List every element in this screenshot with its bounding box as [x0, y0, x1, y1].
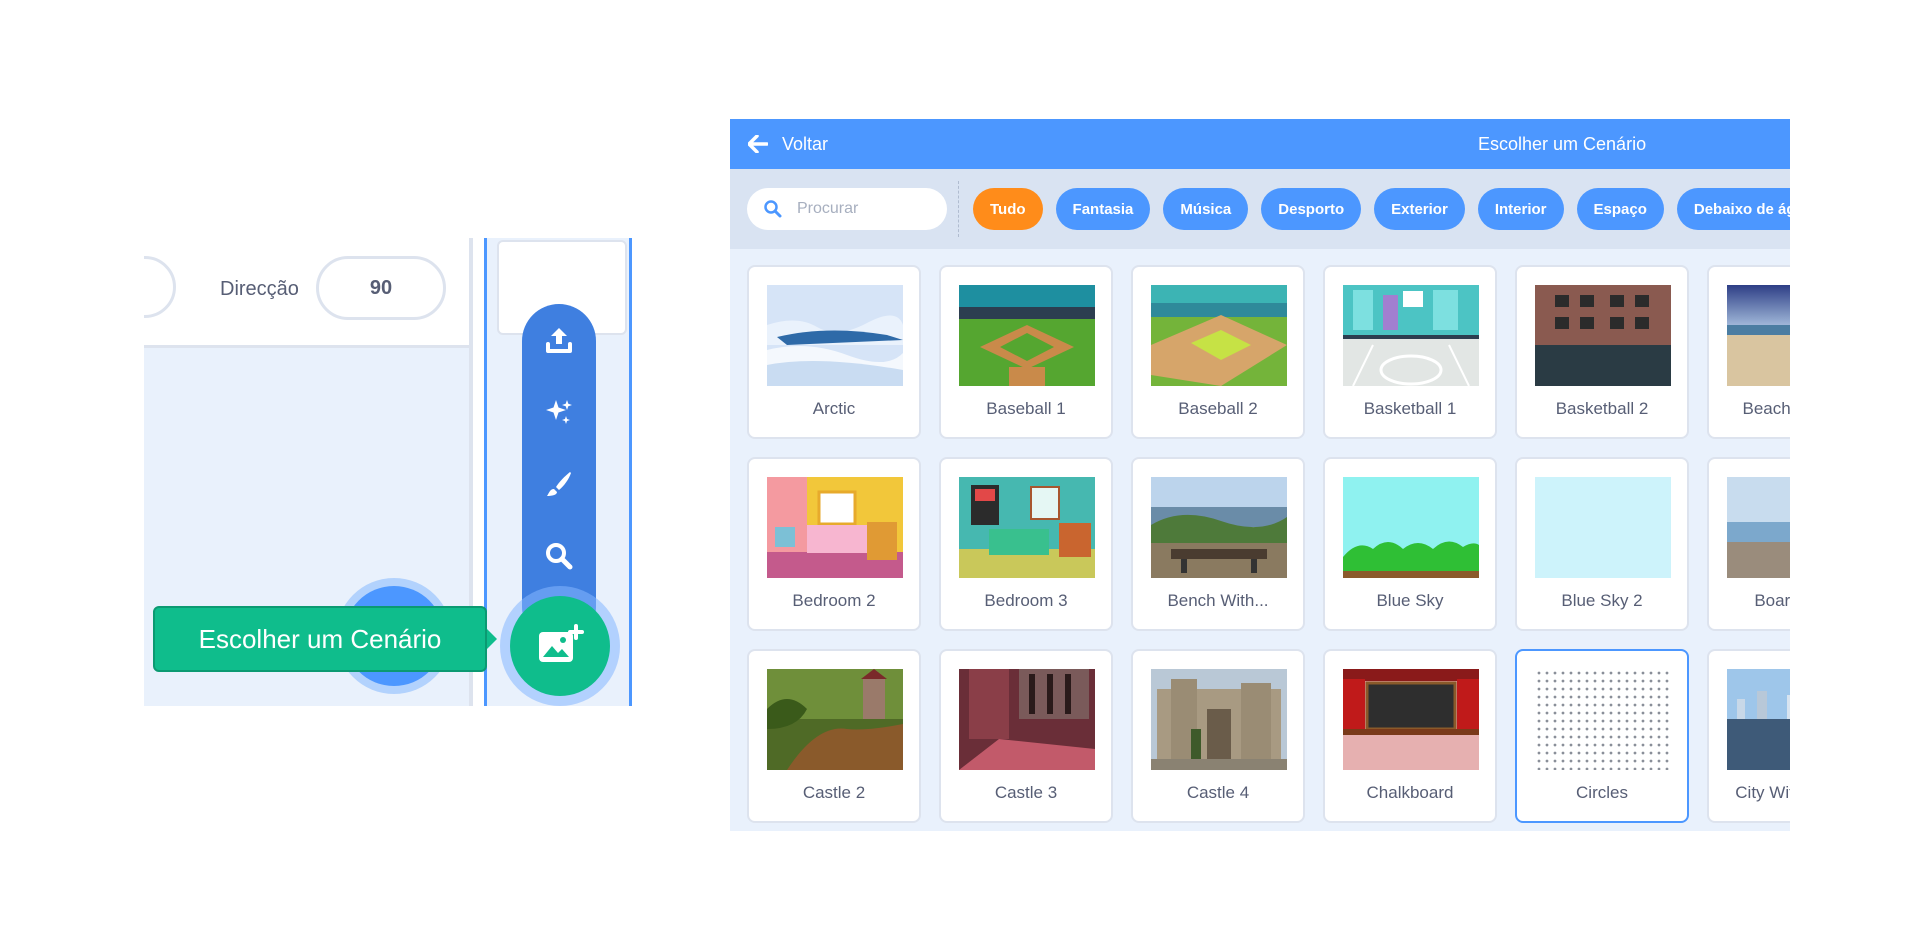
backdrop-card[interactable]: Beach Malibu — [1707, 265, 1790, 439]
library-header: Voltar Escolher um Cenário — [730, 119, 1790, 169]
filter-bar: Tudo Fantasia Música Desporto Exterior Interi… — [730, 169, 1790, 249]
backdrop-thumbnail — [959, 477, 1095, 578]
backdrop-name: Bedroom 3 — [984, 591, 1068, 610]
upload-icon[interactable] — [537, 318, 581, 362]
backdrop-card[interactable]: Basketball 2 — [1515, 265, 1689, 439]
backdrop-name: Arctic — [812, 399, 856, 418]
backdrop-name: Castle 2 — [802, 783, 866, 802]
backdrop-thumbnail — [767, 285, 903, 386]
backdrop-name: Castle 3 — [994, 783, 1058, 802]
choose-backdrop-button[interactable] — [510, 596, 610, 696]
backdrop-thumbnail — [1727, 669, 1790, 770]
backdrop-thumbnail — [1343, 285, 1479, 386]
backdrop-thumbnail — [1151, 285, 1287, 386]
backdrop-name: Basketball 2 — [1555, 399, 1649, 418]
backdrop-card[interactable]: Baseball 1 — [939, 265, 1113, 439]
backdrop-card[interactable]: Bench With... — [1131, 457, 1305, 631]
backdrop-name: City With Water — [1735, 783, 1790, 802]
backdrop-thumbnail — [767, 669, 903, 770]
backdrop-name: Chalkboard — [1366, 783, 1454, 802]
search-box[interactable] — [747, 188, 947, 230]
direction-label: Direcção — [220, 278, 299, 300]
backdrop-thumbnail — [767, 477, 903, 578]
backdrop-add-icon — [539, 624, 584, 662]
backdrop-card[interactable]: Arctic — [747, 265, 921, 439]
tooltip-arrow — [487, 629, 497, 649]
backdrop-thumbnail — [1535, 285, 1671, 386]
backdrop-card[interactable]: Blue Sky 2 — [1515, 457, 1689, 631]
backdrop-thumbnail — [959, 669, 1095, 770]
paint-icon[interactable] — [537, 462, 581, 506]
sprite-info-panel: Direcção 90 Escolher um Cenário — [144, 238, 634, 706]
back-label: Voltar — [782, 133, 829, 154]
library-title: Escolher um Cenário — [1478, 134, 1647, 154]
tag-list: Tudo Fantasia Música Desporto Exterior Interi… — [973, 188, 1790, 230]
backdrop-name: Blue Sky 2 — [1561, 591, 1643, 610]
back-button[interactable]: Voltar — [748, 119, 828, 169]
backdrop-card[interactable]: Basketball 1 — [1323, 265, 1497, 439]
tag-desporto[interactable]: Desporto — [1261, 188, 1362, 230]
backdrop-thumbnail — [1343, 669, 1479, 770]
backdrop-card[interactable]: Castle 3 — [939, 649, 1113, 823]
backdrop-thumbnail — [1535, 669, 1671, 770]
search-input[interactable] — [797, 200, 927, 218]
backdrop-name: Baseball 1 — [986, 399, 1066, 418]
backdrop-thumbnail — [1151, 669, 1287, 770]
tag-tudo[interactable]: Tudo — [973, 188, 1043, 230]
backdrop-thumbnail — [959, 285, 1095, 386]
backdrop-name: Bench With... — [1167, 591, 1269, 610]
tag-música[interactable]: Música — [1163, 188, 1249, 230]
search-icon[interactable] — [537, 534, 581, 578]
filter-separator — [958, 181, 959, 237]
surprise-icon[interactable] — [537, 390, 581, 434]
backdrop-thumbnail — [1151, 477, 1287, 578]
backdrop-name: Boardwalk — [1754, 591, 1790, 610]
tag-espaço[interactable]: Espaço — [1576, 188, 1664, 230]
backdrop-name: Bedroom 2 — [792, 591, 876, 610]
backdrop-thumbnail — [1727, 285, 1790, 386]
backdrop-thumbnail — [1343, 477, 1479, 578]
tag-debaixo-de-água[interactable]: Debaixo de água — [1676, 188, 1790, 230]
backdrop-name: Basketball 1 — [1363, 399, 1457, 418]
backdrop-name: Baseball 2 — [1178, 399, 1258, 418]
tag-interior[interactable]: Interior — [1477, 188, 1564, 230]
backdrop-card[interactable]: Boardwalk — [1707, 457, 1790, 631]
backdrop-card[interactable]: Castle 4 — [1131, 649, 1305, 823]
backdrop-card[interactable]: Castle 2 — [747, 649, 921, 823]
backdrop-name: Castle 4 — [1186, 783, 1250, 802]
backdrop-card[interactable]: Circles — [1515, 649, 1689, 823]
backdrop-thumbnail — [1727, 477, 1790, 578]
back-arrow-icon — [748, 135, 768, 153]
backdrop-card[interactable]: Chalkboard — [1323, 649, 1497, 823]
backdrop-thumbnail — [1535, 477, 1671, 578]
choose-backdrop-tooltip: Escolher um Cenário — [153, 606, 487, 672]
backdrop-card[interactable]: Bedroom 2 — [747, 457, 921, 631]
direction-input[interactable]: 90 — [316, 256, 446, 320]
backdrop-library: Voltar Escolher um Cenário Tudo Fantasia M… — [730, 119, 1790, 831]
backdrop-card[interactable]: Baseball 2 — [1131, 265, 1305, 439]
backdrop-card[interactable]: City With Water — [1707, 649, 1790, 823]
tag-fantasia[interactable]: Fantasia — [1055, 188, 1151, 230]
search-icon — [764, 200, 782, 218]
backdrop-name: Blue Sky — [1376, 591, 1444, 610]
backdrop-card[interactable]: Bedroom 3 — [939, 457, 1113, 631]
backdrop-card[interactable]: Blue Sky — [1323, 457, 1497, 631]
tag-exterior[interactable]: Exterior — [1374, 188, 1465, 230]
backdrop-name: Beach Malibu — [1742, 399, 1790, 418]
backdrop-name: Circles — [1576, 783, 1628, 802]
